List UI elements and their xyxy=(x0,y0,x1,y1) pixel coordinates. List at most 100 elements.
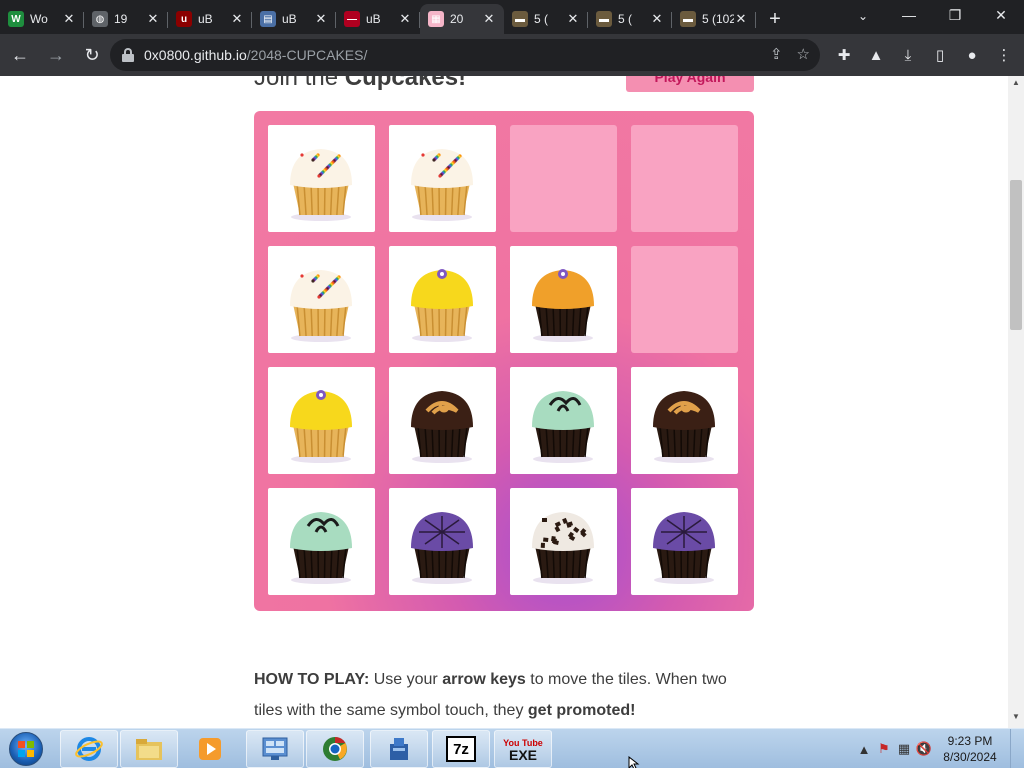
show-desktop-button[interactable] xyxy=(1010,729,1024,768)
tab-favicon-icon: W xyxy=(8,11,24,27)
browser-tab[interactable]: — uB ✕ xyxy=(336,4,420,34)
volume-muted-icon[interactable]: 🔇 xyxy=(914,739,934,759)
browser-tab[interactable]: ▬ 5 ( ✕ xyxy=(588,4,672,34)
tab-title: uB xyxy=(366,12,381,26)
app-icon[interactable] xyxy=(370,730,428,768)
cupcake-tile-mint xyxy=(510,367,617,474)
tab-close-icon[interactable]: ✕ xyxy=(314,11,328,27)
side-panel-icon[interactable]: ▯ xyxy=(926,39,954,71)
profile-icon[interactable]: ● xyxy=(958,39,986,71)
tab-favicon-icon: u xyxy=(176,11,192,27)
tab-close-icon[interactable]: ✕ xyxy=(482,11,496,27)
tab-title: 5 ( xyxy=(534,12,549,26)
mouse-cursor-icon xyxy=(628,756,640,768)
tab-title: 20 xyxy=(450,12,464,26)
window-controls: — ❐ ✕ xyxy=(886,0,1024,34)
ie-icon[interactable] xyxy=(60,730,118,768)
reload-icon[interactable]: ↻ xyxy=(76,39,108,71)
lock-icon xyxy=(122,48,134,62)
cupcake-tile-yellow xyxy=(268,367,375,474)
how-to-play-text: HOW TO PLAY: Use your arrow keys to move… xyxy=(254,664,754,726)
download-icon[interactable]: ⤓ xyxy=(894,39,922,71)
back-arrow-icon[interactable]: ← xyxy=(4,39,36,71)
browser-tab[interactable]: ▬ 5 ( ✕ xyxy=(504,4,588,34)
cupcake-tile-sprinkle xyxy=(268,246,375,353)
forward-arrow-icon[interactable]: → xyxy=(40,39,72,71)
share-icon[interactable]: ⇪ xyxy=(770,45,783,63)
scroll-up-arrow-icon[interactable]: ▲ xyxy=(1008,78,1024,92)
game-board xyxy=(254,111,754,611)
system-tray: ▲ ⚑ ▦ 🔇 9:23 PM 8/30/2024 xyxy=(854,729,1024,768)
play-again-button[interactable]: Play Again xyxy=(626,76,754,92)
cupcake-tile-sprinkle xyxy=(268,125,375,232)
7zip-icon[interactable]: 7z xyxy=(432,730,490,768)
exe-label: EXE xyxy=(508,747,537,763)
scroll-down-arrow-icon[interactable]: ▼ xyxy=(1008,712,1024,726)
browser-tab[interactable]: W Wo ✕ xyxy=(0,4,84,34)
tab-favicon-icon: ◍ xyxy=(92,11,108,27)
cupcake-tile-swirl xyxy=(631,367,738,474)
tab-close-icon[interactable]: ✕ xyxy=(650,11,664,27)
tab-favicon-icon: ▬ xyxy=(680,11,696,27)
new-tab-plus-icon[interactable]: + xyxy=(760,4,790,34)
action-center-flag-icon[interactable]: ⚑ xyxy=(874,739,894,759)
cupcake-tile-oreo xyxy=(510,488,617,595)
restore-button[interactable]: ❐ xyxy=(932,0,978,30)
chrome-icon[interactable] xyxy=(306,730,364,768)
7zip-label: 7z xyxy=(446,736,476,762)
page-heading: Join the Cupcakes! xyxy=(254,76,466,92)
browser-tab[interactable]: ▬ 5 (1024✕ xyxy=(672,4,756,34)
tab-close-icon[interactable]: ✕ xyxy=(62,11,76,27)
labs-flask-icon[interactable]: ▲ xyxy=(862,39,890,71)
board-cell xyxy=(510,125,617,232)
board-cell xyxy=(631,125,738,232)
close-window-button[interactable]: ✕ xyxy=(978,0,1024,30)
howto-text-1: Use your xyxy=(369,671,443,688)
tab-close-icon[interactable]: ✕ xyxy=(566,11,580,27)
tab-close-icon[interactable]: ✕ xyxy=(734,11,748,27)
browser-tab[interactable]: ▤ uB ✕ xyxy=(252,4,336,34)
tab-title: 5 (1024 xyxy=(702,12,734,26)
tab-close-icon[interactable]: ✕ xyxy=(398,11,412,27)
extensions-icon[interactable]: ✚ xyxy=(830,39,858,71)
youtube-exe-icon[interactable]: You Tube EXE xyxy=(494,730,552,768)
tab-close-icon[interactable]: ✕ xyxy=(230,11,244,27)
url-host: 0x0800.github.io xyxy=(144,47,247,63)
control-panel-icon[interactable] xyxy=(246,730,304,768)
vertical-scrollbar[interactable]: ▲ ▼ xyxy=(1008,76,1024,728)
tab-favicon-icon: ▦ xyxy=(428,11,444,27)
scrollbar-thumb[interactable] xyxy=(1010,180,1022,330)
show-hidden-icons-icon[interactable]: ▲ xyxy=(854,739,874,759)
explorer-icon[interactable] xyxy=(120,730,178,768)
browser-tab[interactable]: ▦ 20 ✕ xyxy=(420,4,504,34)
address-bar[interactable]: 0x0800.github.io/2048-CUPCAKES/ ⇪ ☆ xyxy=(110,39,820,71)
cupcake-tile-yellow xyxy=(389,246,496,353)
tab-title: Wo xyxy=(30,12,48,26)
menu-kebab-icon[interactable]: ⋮ xyxy=(990,39,1018,71)
tab-favicon-icon: ▬ xyxy=(596,11,612,27)
tab-title: 5 ( xyxy=(618,12,633,26)
howto-promoted: get promoted! xyxy=(527,702,636,719)
minimize-button[interactable]: — xyxy=(886,0,932,30)
clock-time: 9:23 PM xyxy=(947,734,993,748)
browser-tab[interactable]: ◍ 19 ✕ xyxy=(84,4,168,34)
cupcake-tile-purple xyxy=(389,488,496,595)
media-player-icon[interactable] xyxy=(182,730,238,768)
bookmark-star-icon[interactable]: ☆ xyxy=(797,45,810,63)
clock[interactable]: 9:23 PM 8/30/2024 xyxy=(934,733,1006,765)
tab-close-icon[interactable]: ✕ xyxy=(146,11,160,27)
tab-search-chevron-icon[interactable]: ⌄ xyxy=(848,2,878,30)
tab-favicon-icon: ▬ xyxy=(512,11,528,27)
start-button[interactable] xyxy=(2,730,50,768)
browser-tab[interactable]: u uB ✕ xyxy=(168,4,252,34)
clock-date: 8/30/2024 xyxy=(943,750,997,764)
heading-bold: Cupcakes! xyxy=(344,76,467,91)
cupcake-tile-swirl xyxy=(389,367,496,474)
url-path: /2048-CUPCAKES/ xyxy=(246,47,368,63)
cupcake-tile-mint xyxy=(268,488,375,595)
windows-taskbar: 7z You Tube EXE ▲ ⚑ ▦ 🔇 9:23 PM 8/30/202… xyxy=(0,728,1024,768)
howto-label: HOW TO PLAY: xyxy=(254,671,370,688)
cupcake-tile-sprinkle xyxy=(389,125,496,232)
tab-title: uB xyxy=(198,12,213,26)
network-icon[interactable]: ▦ xyxy=(894,739,914,759)
